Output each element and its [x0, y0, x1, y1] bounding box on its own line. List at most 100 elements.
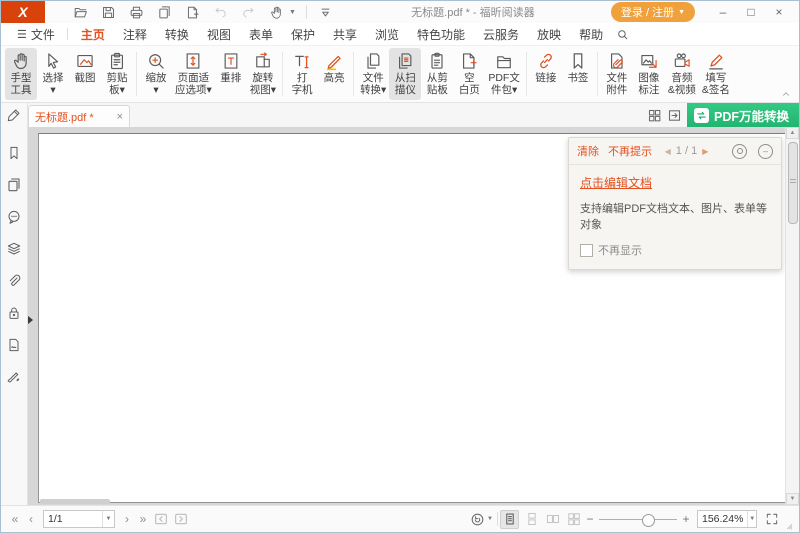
pager-next-icon[interactable]: ▶ [702, 147, 708, 156]
toolbar-hand-tool[interactable]: 手型 工具 [5, 48, 37, 100]
menu-tab-cloud[interactable]: 云服务 [474, 24, 528, 45]
undo-icon[interactable] [211, 3, 229, 21]
menu-tab-features[interactable]: 特色功能 [408, 24, 474, 45]
maximize-button[interactable]: □ [737, 2, 765, 22]
menu-tab-comment[interactable]: 注释 [114, 24, 156, 45]
zoom-in-button[interactable]: + [680, 512, 692, 526]
menu-tab-share[interactable]: 共享 [324, 24, 366, 45]
popup-clear-button[interactable]: 清除 [577, 143, 599, 159]
menu-tab-home[interactable]: 主页 [72, 24, 114, 45]
rotate-caret-icon[interactable]: ▼ [487, 516, 493, 522]
previous-view-icon[interactable] [153, 511, 169, 527]
save-icon[interactable] [99, 3, 117, 21]
toolbar-blank-page[interactable]: 空 白页 [453, 48, 485, 100]
toolbar-file-convert[interactable]: 文件 转换▾ [357, 48, 389, 100]
fullscreen-icon[interactable] [765, 512, 779, 526]
previous-page-button[interactable]: ‹ [23, 512, 39, 526]
edit-pencil-icon[interactable] [6, 107, 22, 123]
layers-panel-icon[interactable] [6, 241, 22, 257]
edit-document-link[interactable]: 点击编辑文档 [580, 174, 652, 191]
toolbar-select[interactable]: 选择 ▾ [37, 48, 69, 100]
panel-expand-handle[interactable] [28, 315, 33, 325]
first-page-button[interactable]: « [7, 512, 23, 526]
toolbar-image-annotation[interactable]: 图像 标注 [633, 48, 665, 100]
last-page-button[interactable]: » [135, 512, 151, 526]
resize-grip-icon[interactable] [783, 520, 793, 530]
next-page-button[interactable]: › [119, 512, 135, 526]
toolbar-typewriter[interactable]: 打 字机 [286, 48, 318, 100]
zoom-out-button[interactable]: − [584, 512, 596, 526]
close-button[interactable]: × [765, 2, 793, 22]
menu-tab-convert[interactable]: 转换 [156, 24, 198, 45]
zoom-slider[interactable] [599, 512, 677, 526]
attachments-panel-icon[interactable] [6, 273, 22, 289]
toolbar-file-attachment[interactable]: 文件 附件 [601, 48, 633, 100]
zoom-level-combo[interactable]: 156.24% ▼ [697, 510, 757, 528]
open-file-icon[interactable] [71, 3, 89, 21]
digital-signature-icon[interactable] [6, 337, 22, 353]
toolbar-link[interactable]: 链接 [530, 48, 562, 100]
menu-file[interactable]: ☰ 文件 [9, 26, 63, 43]
toolbar-from-scanner[interactable]: 从扫 描仪 [389, 48, 421, 100]
search-icon[interactable] [616, 28, 629, 41]
toolbar-zoom[interactable]: 缩放 ▾ [140, 48, 172, 100]
page-thumbnails-icon[interactable] [6, 177, 22, 193]
thumbnail-grid-icon[interactable] [647, 108, 662, 123]
toolbar-reflow[interactable]: 重排 [215, 48, 247, 100]
copy-file-icon[interactable] [155, 3, 173, 21]
handwritten-sign-icon[interactable] [6, 369, 22, 385]
toolbar-from-clipboard[interactable]: 从剪 贴板 [421, 48, 453, 100]
security-panel-icon[interactable] [6, 305, 22, 321]
menu-tab-slideshow[interactable]: 放映 [528, 24, 570, 45]
popup-dont-remind-button[interactable]: 不再提示 [608, 143, 652, 159]
popup-settings-icon[interactable] [732, 144, 747, 159]
edit-hint-popup: 清除 不再提示 ◀ 1 / 1 ▶ – 点击编辑文档 支持编辑PDF文档文本、图… [568, 137, 782, 270]
document-tab[interactable]: 无标题.pdf * × [28, 105, 130, 127]
menu-tab-view[interactable]: 视图 [198, 24, 240, 45]
toolbar-fill-sign[interactable]: 填写 &签名 [699, 48, 733, 100]
collapse-toolbar-icon[interactable] [781, 89, 791, 99]
toolbar-fit-page-options[interactable]: 页面适 应选项▾ [172, 48, 215, 100]
toolbar-clipboard[interactable]: 剪贴 板▾ [101, 48, 133, 100]
tab-close-icon[interactable]: × [117, 111, 123, 123]
dont-show-checkbox[interactable] [580, 244, 593, 257]
next-view-icon[interactable] [173, 511, 189, 527]
page-number-combo[interactable]: 1/1 ▼ [43, 510, 115, 528]
continuous-view-icon[interactable] [523, 511, 540, 528]
pager-prev-icon[interactable]: ◀ [665, 147, 671, 156]
vertical-scrollbar-thumb[interactable] [788, 142, 798, 224]
toolbar-bookmark[interactable]: 书签 [562, 48, 594, 100]
zoom-slider-handle[interactable] [642, 514, 655, 527]
zoom-combo-caret-icon[interactable]: ▼ [747, 511, 756, 527]
redo-icon[interactable] [239, 3, 257, 21]
toolbar-audio-video[interactable]: 音频 &视频 [665, 48, 699, 100]
horizontal-scrollbar-thumb[interactable] [40, 499, 110, 504]
menu-tab-help[interactable]: 帮助 [570, 24, 612, 45]
single-page-view-icon[interactable] [500, 510, 519, 529]
menu-tab-form[interactable]: 表单 [240, 24, 282, 45]
facing-view-icon[interactable] [544, 511, 561, 528]
vertical-scrollbar[interactable]: ▲ ▼ [785, 127, 799, 505]
toolbar-pdf-portfolio[interactable]: PDF文 件包▾ [485, 48, 523, 100]
customize-toolbar-icon[interactable] [317, 3, 335, 21]
scroll-down-icon[interactable]: ▼ [786, 493, 799, 505]
scroll-up-icon[interactable]: ▲ [786, 127, 799, 139]
page-combo-caret-icon[interactable]: ▼ [102, 511, 114, 527]
login-register-button[interactable]: 登录 / 注册 ▼ [611, 2, 695, 22]
toolbar-highlight[interactable]: 高亮 [318, 48, 350, 100]
popup-collapse-icon[interactable]: – [758, 144, 773, 159]
pdf-converter-badge[interactable]: PDF万能转换 [687, 103, 799, 127]
menu-tab-protect[interactable]: 保护 [282, 24, 324, 45]
minimize-button[interactable]: – [709, 2, 737, 22]
facing-continuous-view-icon[interactable] [565, 511, 582, 528]
comments-panel-icon[interactable] [6, 209, 22, 225]
tab-list-icon[interactable] [667, 108, 682, 123]
hand-tool-quick-icon[interactable] [267, 3, 285, 21]
toolbar-snapshot[interactable]: 截图 [69, 48, 101, 100]
new-file-icon[interactable] [183, 3, 201, 21]
toolbar-rotate-view[interactable]: 旋转 视图▾ [247, 48, 279, 100]
bookmarks-panel-icon[interactable] [6, 145, 22, 161]
print-icon[interactable] [127, 3, 145, 21]
rotate-view-status-icon[interactable] [470, 512, 485, 527]
menu-tab-browse[interactable]: 浏览 [366, 24, 408, 45]
